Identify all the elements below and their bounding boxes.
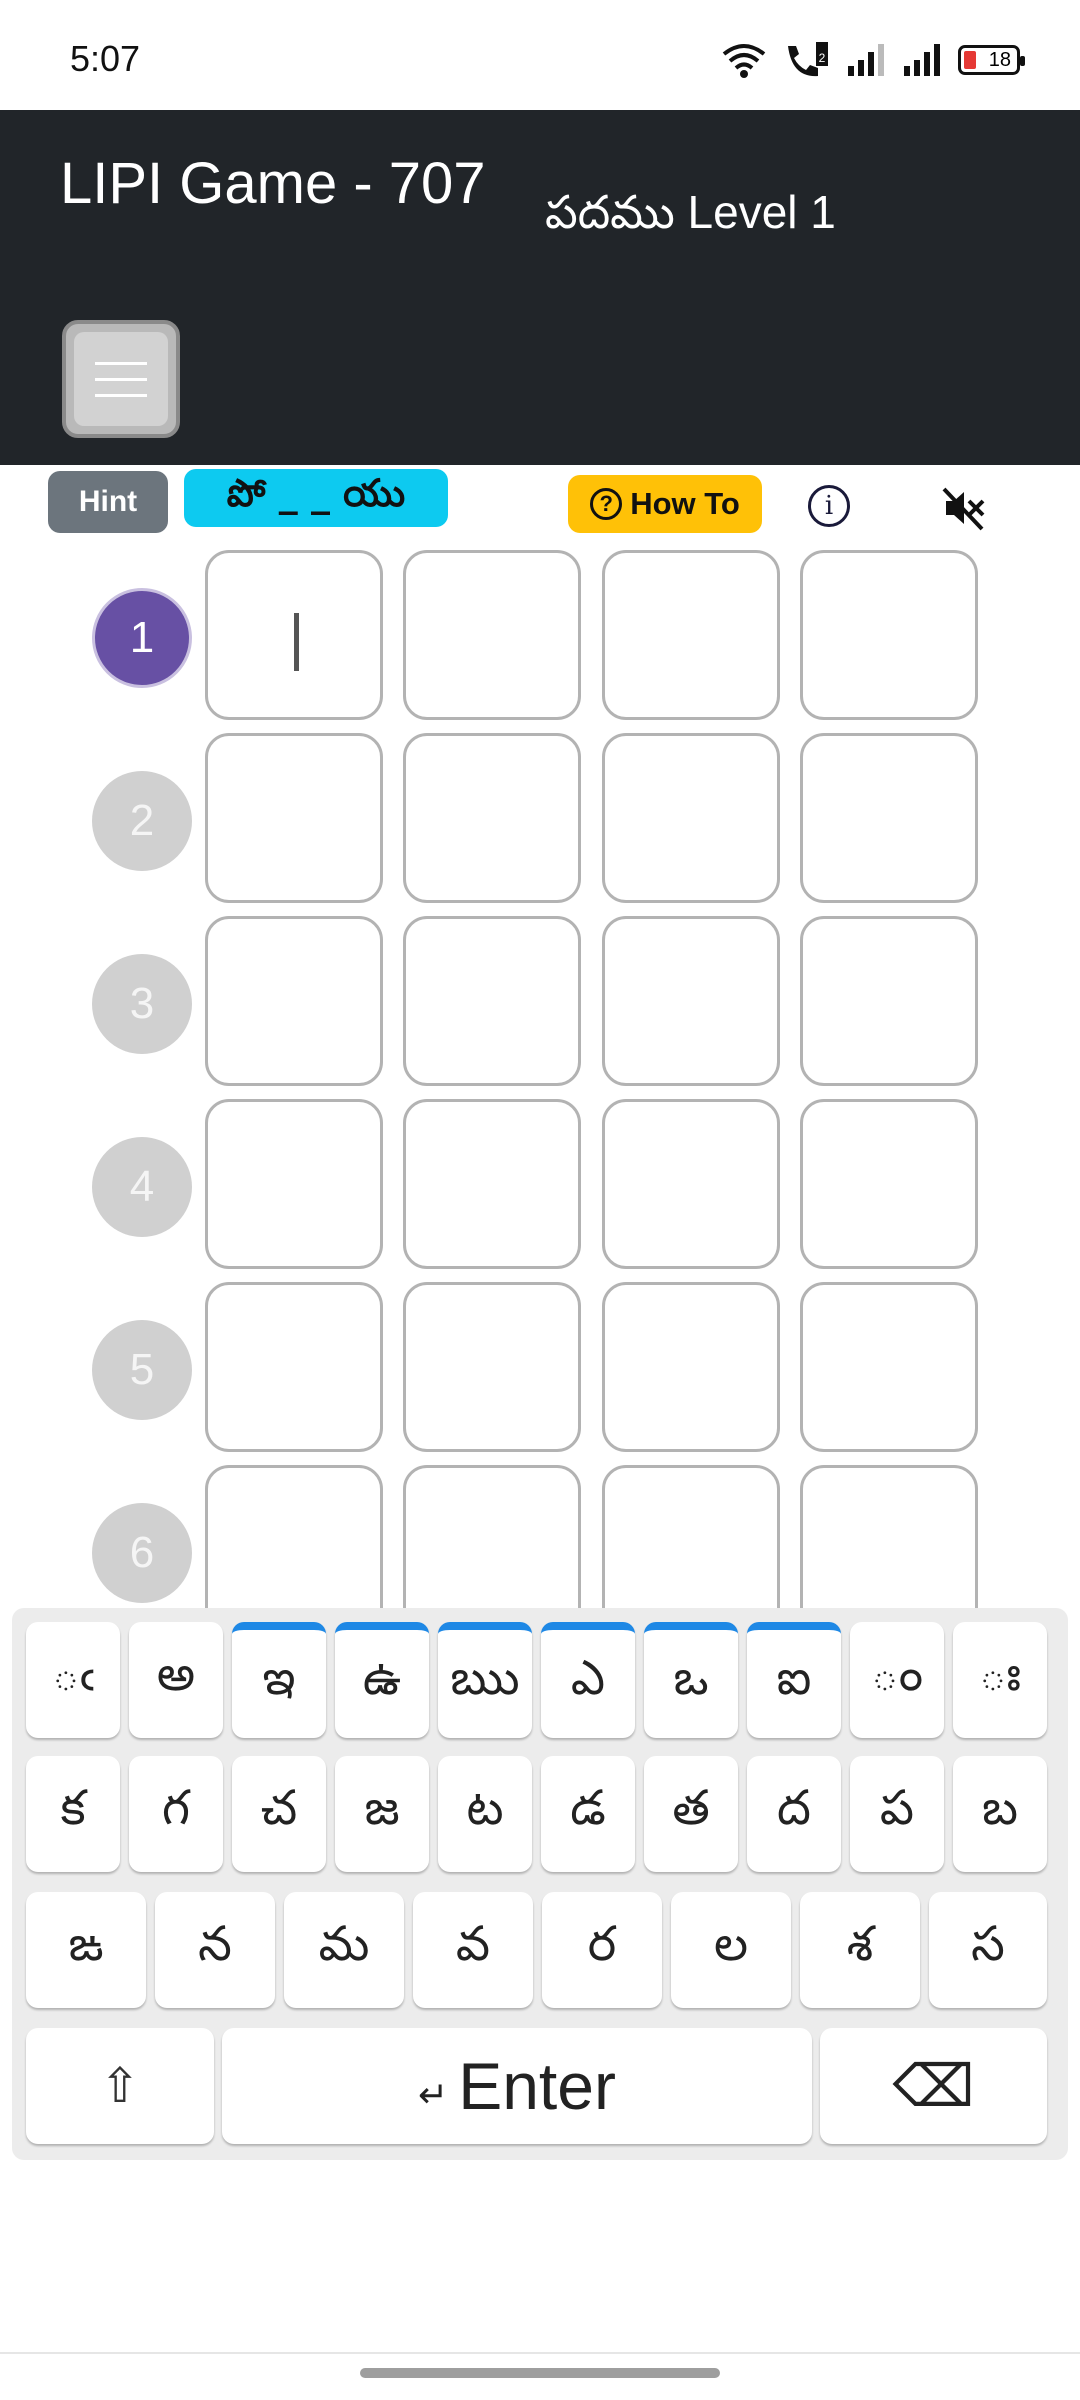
key[interactable]: ర — [542, 1892, 662, 2008]
enter-label: Enter — [458, 2049, 616, 2123]
guess-row: 5 — [0, 1282, 1080, 1452]
letter-cell[interactable] — [800, 550, 978, 720]
letter-cell[interactable] — [205, 916, 383, 1086]
key[interactable]: ఇ — [232, 1622, 326, 1738]
letter-cell[interactable] — [800, 1099, 978, 1269]
key[interactable]: ల — [671, 1892, 791, 2008]
key[interactable]: ద — [747, 1756, 841, 1872]
key[interactable]: త — [644, 1756, 738, 1872]
game-toolbar: Hint పో _ _ యు ? How To i — [0, 465, 1080, 545]
enter-key[interactable]: ↵ Enter — [222, 2028, 812, 2144]
guess-row: 4 — [0, 1099, 1080, 1269]
key[interactable]: ప — [850, 1756, 944, 1872]
row-number: 1 — [92, 588, 192, 688]
key[interactable]: ◌ం — [850, 1622, 944, 1738]
hint-button[interactable]: Hint — [48, 471, 168, 533]
letter-cell[interactable] — [602, 916, 780, 1086]
wifi-icon — [722, 44, 766, 78]
letter-cell[interactable] — [205, 1099, 383, 1269]
row-number: 2 — [92, 771, 192, 871]
row-number: 4 — [92, 1137, 192, 1237]
gesture-handle[interactable] — [360, 2368, 720, 2378]
level-label: పదము Level 1 — [545, 186, 836, 238]
signal-icon-sim1 — [848, 44, 884, 76]
letter-cell[interactable] — [205, 1282, 383, 1452]
telugu-keyboard: ఁ అ ఇ ఉ ఋ ఎ ఒ ఐ ◌ం ◌ః క గ చ జ ట డ త ద ప … — [12, 1608, 1068, 2160]
mute-icon[interactable] — [942, 485, 988, 531]
wifi-calling-icon: 2 — [788, 42, 828, 77]
key[interactable]: ఙ — [26, 1892, 146, 2008]
key[interactable]: బ — [953, 1756, 1047, 1872]
hamburger-icon — [74, 332, 168, 426]
letter-cell[interactable] — [800, 916, 978, 1086]
key[interactable]: ట — [438, 1756, 532, 1872]
key[interactable]: గ — [129, 1756, 223, 1872]
key[interactable]: ఎ — [541, 1622, 635, 1738]
row-number: 3 — [92, 954, 192, 1054]
letter-cell[interactable] — [800, 1282, 978, 1452]
guess-row: 2 — [0, 733, 1080, 903]
row-number: 6 — [92, 1503, 192, 1603]
status-icons: 2 18 — [722, 38, 1025, 82]
signal-icon-sim2 — [904, 44, 940, 76]
info-icon[interactable]: i — [808, 485, 850, 527]
key[interactable]: చ — [232, 1756, 326, 1872]
hint-pattern: పో _ _ యు — [184, 469, 448, 527]
letter-cell[interactable] — [800, 733, 978, 903]
how-to-label: How To — [630, 486, 740, 521]
battery-icon: 18 — [958, 45, 1025, 75]
status-time: 5:07 — [70, 38, 141, 79]
key[interactable]: ఐ — [747, 1622, 841, 1738]
status-bar: 5:07 2 18 — [0, 0, 1080, 110]
letter-cell[interactable] — [602, 1099, 780, 1269]
key[interactable]: జ — [335, 1756, 429, 1872]
nav-divider — [0, 2352, 1080, 2354]
key[interactable]: డ — [541, 1756, 635, 1872]
letter-cell[interactable] — [205, 733, 383, 903]
key[interactable]: ఋ — [438, 1622, 532, 1738]
guess-row: 3 — [0, 916, 1080, 1086]
letter-cell[interactable] — [602, 733, 780, 903]
letter-cell[interactable] — [602, 1282, 780, 1452]
menu-button[interactable] — [62, 320, 180, 438]
key[interactable]: న — [155, 1892, 275, 2008]
key[interactable]: శ — [800, 1892, 920, 2008]
enter-icon: ↵ — [418, 2074, 449, 2115]
backspace-key[interactable]: ⌫ — [820, 2028, 1047, 2144]
shift-key[interactable]: ⇧ — [26, 2028, 214, 2144]
letter-cell[interactable] — [403, 916, 581, 1086]
key[interactable]: ఒ — [644, 1622, 738, 1738]
letter-cell[interactable] — [403, 733, 581, 903]
guess-row: 1 — [0, 550, 1080, 720]
key[interactable]: వ — [413, 1892, 533, 2008]
battery-level: 18 — [988, 48, 1011, 71]
svg-text:2: 2 — [819, 51, 826, 65]
letter-cell[interactable] — [205, 550, 383, 720]
letter-cell[interactable] — [602, 550, 780, 720]
question-icon: ? — [590, 488, 623, 520]
key[interactable]: క — [26, 1756, 120, 1872]
key[interactable]: అ — [129, 1622, 223, 1738]
key[interactable]: మ — [284, 1892, 404, 2008]
key[interactable]: ఁ — [26, 1622, 120, 1738]
letter-cell[interactable] — [403, 550, 581, 720]
letter-cell[interactable] — [403, 1282, 581, 1452]
key[interactable]: ఉ — [335, 1622, 429, 1738]
app-header: LIPI Game - 707 పదము Level 1 — [0, 110, 1080, 465]
row-number: 5 — [92, 1320, 192, 1420]
letter-cell[interactable] — [403, 1099, 581, 1269]
key[interactable]: స — [929, 1892, 1047, 2008]
how-to-button[interactable]: ? How To — [568, 475, 762, 533]
text-cursor — [294, 613, 299, 671]
key[interactable]: ◌ః — [953, 1622, 1047, 1738]
page-title: LIPI Game - 707 — [60, 151, 486, 216]
